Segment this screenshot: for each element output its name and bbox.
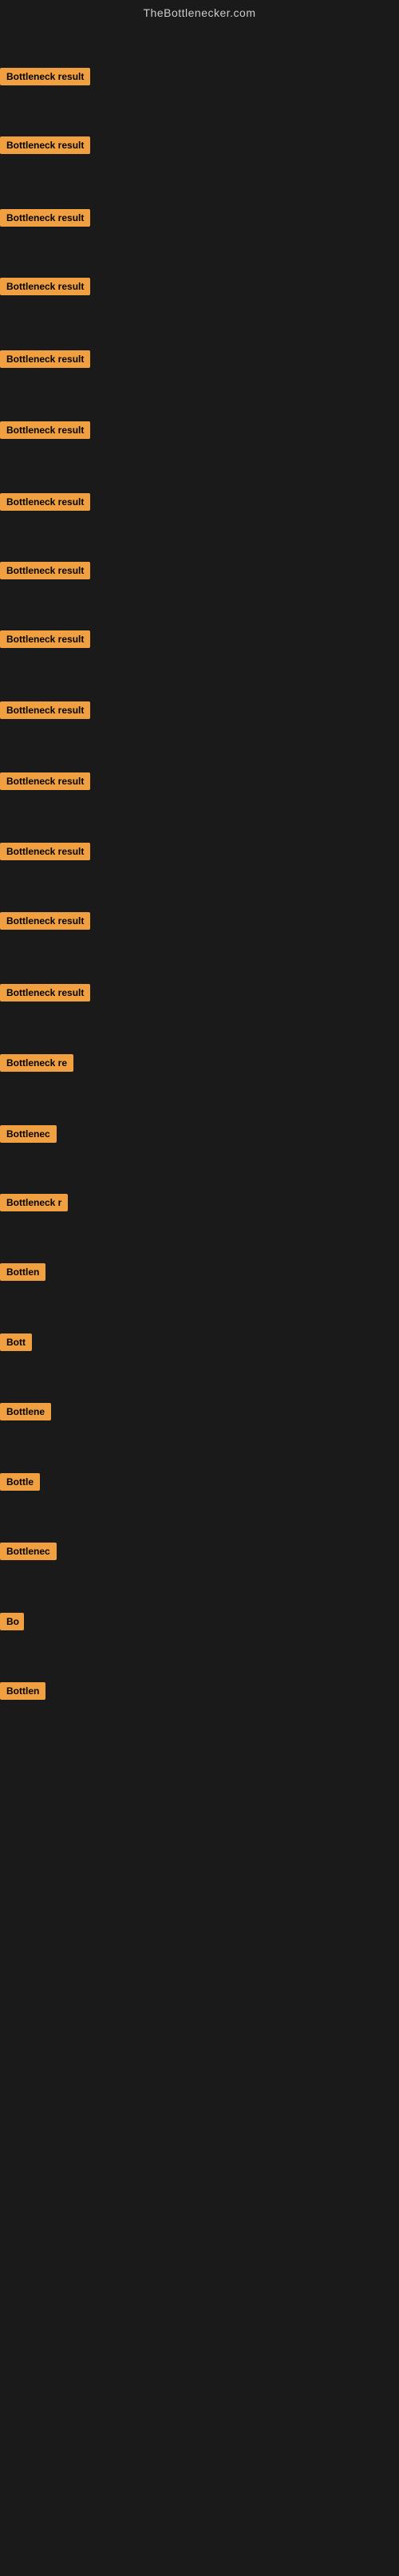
bottleneck-badge[interactable]: Bottleneck r: [0, 1194, 68, 1211]
bottleneck-badge[interactable]: Bottleneck result: [0, 562, 90, 579]
bottleneck-item: Bottleneck result: [0, 630, 90, 652]
bottleneck-badge[interactable]: Bottlen: [0, 1263, 45, 1281]
site-title: TheBottlenecker.com: [0, 0, 399, 22]
bottleneck-badge[interactable]: Bott: [0, 1333, 32, 1351]
bottleneck-badge[interactable]: Bottle: [0, 1473, 40, 1491]
bottleneck-badge[interactable]: Bottleneck result: [0, 68, 90, 85]
bottleneck-item: Bottleneck result: [0, 421, 90, 443]
bottleneck-badge[interactable]: Bottleneck result: [0, 421, 90, 439]
bottleneck-badge[interactable]: Bottleneck result: [0, 630, 90, 648]
bottleneck-item: Bottlene: [0, 1403, 51, 1424]
bottleneck-item: Bottleneck result: [0, 136, 90, 158]
bottleneck-item: Bottleneck result: [0, 68, 90, 89]
bottleneck-badge[interactable]: Bottleneck re: [0, 1054, 73, 1072]
bottleneck-item: Bott: [0, 1333, 32, 1355]
bottleneck-item: Bottleneck result: [0, 984, 90, 1006]
bottleneck-badge[interactable]: Bottleneck result: [0, 912, 90, 930]
bottleneck-badge[interactable]: Bottleneck result: [0, 772, 90, 790]
bottleneck-badge[interactable]: Bottleneck result: [0, 278, 90, 295]
bottleneck-item: Bottleneck result: [0, 278, 90, 299]
bottleneck-badge[interactable]: Bottleneck result: [0, 493, 90, 511]
bottleneck-badge[interactable]: Bo: [0, 1613, 24, 1630]
bottleneck-badge[interactable]: Bottleneck result: [0, 984, 90, 1002]
bottleneck-item: Bottleneck re: [0, 1054, 73, 1076]
bottleneck-item: Bottlen: [0, 1263, 45, 1285]
bottleneck-badge[interactable]: Bottleneck result: [0, 209, 90, 227]
bottleneck-badge[interactable]: Bottleneck result: [0, 701, 90, 719]
bottleneck-item: Bottleneck result: [0, 209, 90, 231]
bottleneck-badge[interactable]: Bottlene: [0, 1403, 51, 1420]
bottleneck-item: Bottleneck result: [0, 493, 90, 515]
bottleneck-badge[interactable]: Bottleneck result: [0, 136, 90, 154]
bottleneck-item: Bottleneck result: [0, 701, 90, 723]
bottleneck-badge[interactable]: Bottlenec: [0, 1125, 57, 1143]
bottleneck-item: Bottleneck result: [0, 562, 90, 583]
bottleneck-badge[interactable]: Bottleneck result: [0, 843, 90, 860]
bottleneck-item: Bottleneck r: [0, 1194, 68, 1215]
bottleneck-item: Bottlenec: [0, 1125, 57, 1147]
bottleneck-badge[interactable]: Bottleneck result: [0, 350, 90, 368]
bottleneck-badge[interactable]: Bottlenec: [0, 1543, 57, 1560]
bottleneck-item: Bottlen: [0, 1682, 45, 1704]
bottleneck-item: Bottleneck result: [0, 772, 90, 794]
bottleneck-item: Bo: [0, 1613, 24, 1634]
bottleneck-item: Bottleneck result: [0, 843, 90, 864]
bottleneck-badge[interactable]: Bottlen: [0, 1682, 45, 1700]
bottleneck-item: Bottle: [0, 1473, 40, 1495]
bottleneck-item: Bottleneck result: [0, 912, 90, 934]
bottleneck-item: Bottlenec: [0, 1543, 57, 1564]
bottleneck-item: Bottleneck result: [0, 350, 90, 372]
